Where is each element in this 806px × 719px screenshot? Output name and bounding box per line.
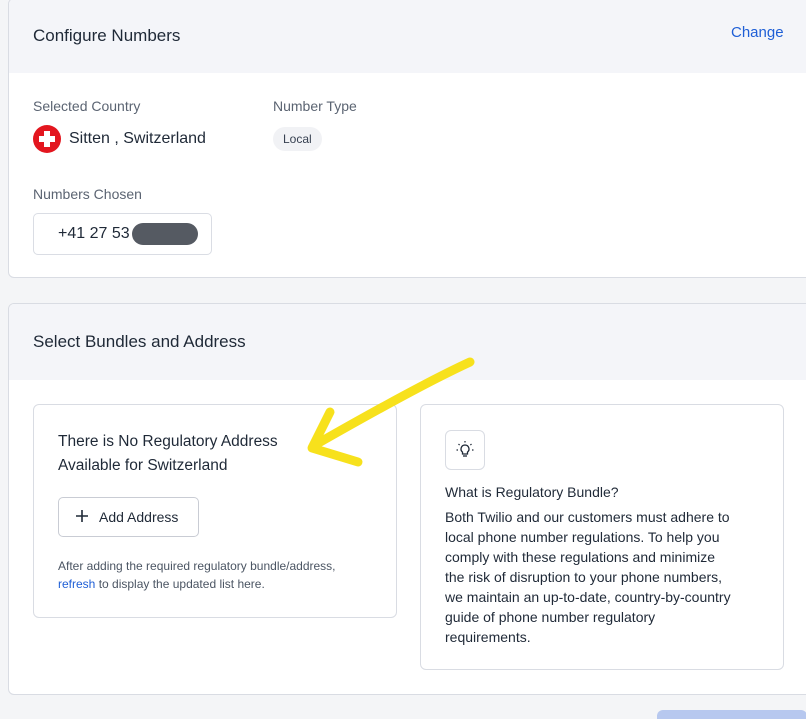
plus-icon xyxy=(75,507,89,527)
refresh-hint: After adding the required regulatory bun… xyxy=(58,559,336,591)
switzerland-flag-icon xyxy=(33,125,61,153)
bundles-card: Select Bundles and Address There is No R… xyxy=(8,303,806,695)
chosen-number-chip: +41 27 53 xyxy=(33,213,212,255)
bundles-title: Select Bundles and Address xyxy=(33,332,246,351)
next-button[interactable] xyxy=(657,710,806,719)
redacted-digits xyxy=(131,223,198,245)
chosen-number-value: +41 27 53 xyxy=(58,225,130,242)
add-address-label: Add Address xyxy=(99,509,179,525)
configure-numbers-card: Configure Numbers Change Selected Countr… xyxy=(8,0,806,278)
change-link[interactable]: Change xyxy=(731,24,784,41)
configure-numbers-header: Configure Numbers xyxy=(9,0,806,73)
configure-numbers-title: Configure Numbers xyxy=(33,26,181,45)
number-type-badge: Local xyxy=(273,127,322,151)
no-address-panel: There is No Regulatory Address Available… xyxy=(33,404,397,618)
refresh-link[interactable]: refresh xyxy=(58,577,95,591)
country-value: Sitten , Switzerland xyxy=(69,130,206,147)
numbers-chosen-label: Numbers Chosen xyxy=(33,186,142,202)
no-address-message: There is No Regulatory Address Available… xyxy=(58,433,278,474)
selected-country: Sitten , Switzerland xyxy=(33,125,206,153)
selected-country-label: Selected Country xyxy=(33,98,141,114)
info-title: What is Regulatory Bundle? xyxy=(445,484,619,500)
bundles-header: Select Bundles and Address xyxy=(9,304,806,380)
regulatory-bundle-info-panel: What is Regulatory Bundle? Both Twilio a… xyxy=(420,404,784,670)
lightbulb-icon xyxy=(456,441,474,457)
add-address-button[interactable]: Add Address xyxy=(58,497,199,537)
lightbulb-icon-box xyxy=(445,430,485,470)
number-type-label: Number Type xyxy=(273,98,357,114)
info-body: Both Twilio and our customers must adher… xyxy=(445,509,731,645)
